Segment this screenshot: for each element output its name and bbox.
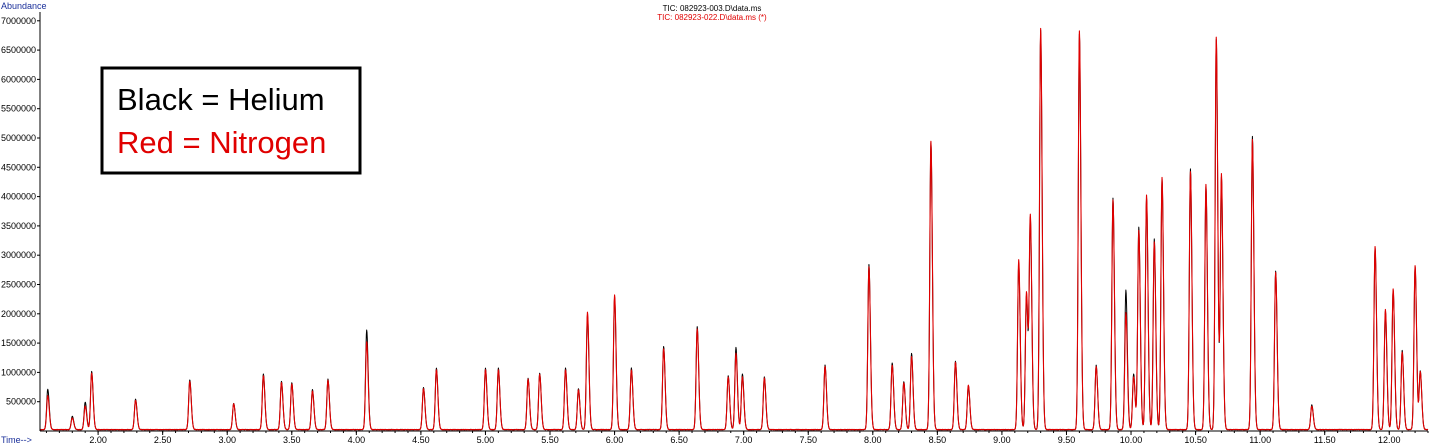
x-tick-label: 8.00 <box>864 435 882 445</box>
y-axis-title: Abundance <box>1 1 47 11</box>
x-tick-label: 4.50 <box>412 435 430 445</box>
x-tick-label: 6.00 <box>606 435 624 445</box>
y-tick-label: 1000000 <box>1 367 36 377</box>
legend-helium-label: Black = Helium <box>117 82 325 117</box>
y-tick-label: 5000000 <box>1 133 36 143</box>
legend: Black = Helium Red = Nitrogen <box>100 66 362 175</box>
y-tick-label: 6000000 <box>1 74 36 84</box>
y-tick-label: 2000000 <box>1 309 36 319</box>
trace2-header-label: TIC: 082923-022.D\data.ms (*) <box>657 13 767 22</box>
x-tick-label: 10.50 <box>1184 435 1207 445</box>
x-tick-label: 12.00 <box>1378 435 1401 445</box>
x-tick-label: 5.00 <box>477 435 495 445</box>
y-tick-label: 7000000 <box>1 16 36 26</box>
y-tick-label: 1500000 <box>1 338 36 348</box>
y-tick-label: 3000000 <box>1 250 36 260</box>
legend-nitrogen-label: Red = Nitrogen <box>117 125 326 160</box>
x-tick-label: 5.50 <box>541 435 559 445</box>
x-tick-label: 2.00 <box>89 435 107 445</box>
y-tick-label: 4000000 <box>1 192 36 202</box>
x-axis-title: Time--> <box>1 435 32 445</box>
x-tick-label: 11.50 <box>1314 435 1336 445</box>
x-tick-label: 11.00 <box>1249 435 1271 445</box>
y-tick-label: 5500000 <box>1 104 36 114</box>
x-tick-label: 4.00 <box>348 435 366 445</box>
chromatogram-chart: TIC: 082923-003.D\data.ms TIC: 082923-02… <box>0 0 1430 447</box>
y-tick-label: 500000 <box>6 397 36 407</box>
x-tick-label: 8.50 <box>929 435 947 445</box>
x-tick-label: 9.50 <box>1058 435 1076 445</box>
x-tick-label: 3.00 <box>218 435 236 445</box>
x-tick-label: 6.50 <box>670 435 688 445</box>
x-tick-label: 2.50 <box>154 435 172 445</box>
x-tick-label: 7.00 <box>735 435 753 445</box>
x-tick-label: 10.00 <box>1120 435 1143 445</box>
y-tick-label: 4500000 <box>1 162 36 172</box>
trace1-header-label: TIC: 082923-003.D\data.ms <box>663 4 762 13</box>
y-tick-label: 3500000 <box>1 221 36 231</box>
x-tick-label: 3.50 <box>283 435 301 445</box>
x-tick-label: 7.50 <box>799 435 817 445</box>
y-tick-label: 2500000 <box>1 279 36 289</box>
y-tick-label: 6500000 <box>1 45 36 55</box>
x-tick-label: 9.00 <box>993 435 1011 445</box>
